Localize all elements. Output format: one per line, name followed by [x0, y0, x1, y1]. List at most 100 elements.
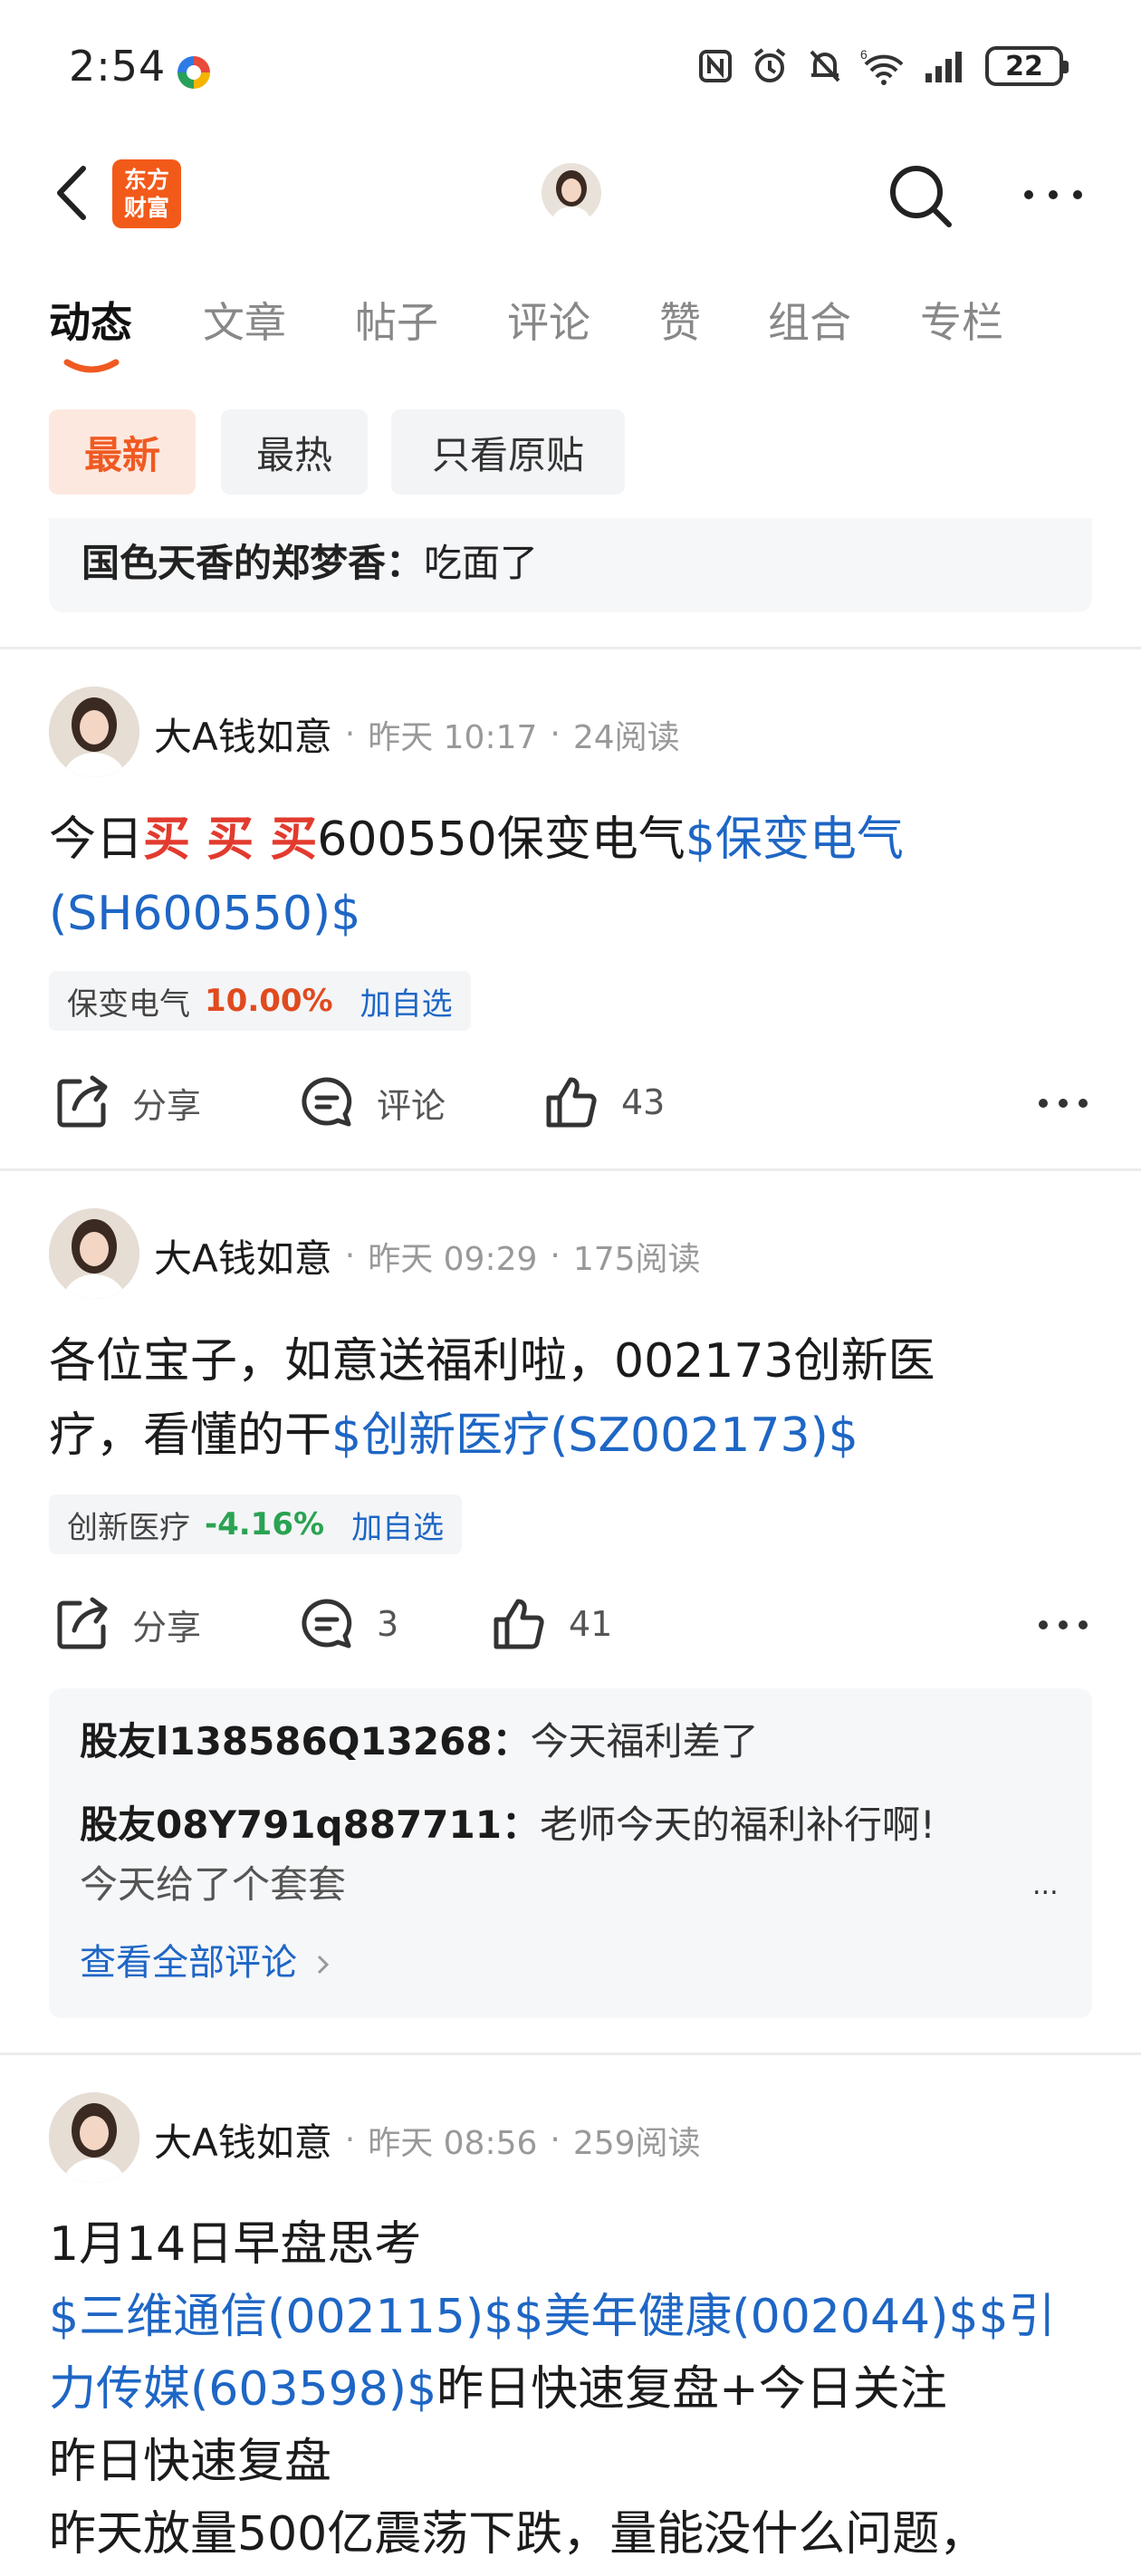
- like-count: 43: [621, 1082, 666, 1122]
- divider: [0, 2052, 1141, 2055]
- tab-portfolio[interactable]: 组合: [768, 290, 851, 350]
- meta-dot: ·: [344, 1237, 356, 1274]
- comment-icon: [302, 1077, 352, 1127]
- comment-item[interactable]: 股友08Y791q887711：老师今天的福利补行啊! 今天给了个套套: [80, 1795, 935, 1915]
- stock-tag[interactable]: 保变电气 10.00% 加自选: [49, 971, 471, 1031]
- post-meta: 大A钱如意 · 昨天 10:17 · 24阅读: [154, 706, 680, 762]
- battery-level: 22: [1005, 50, 1043, 82]
- comment-label: 评论: [377, 1085, 446, 1126]
- comment-author[interactable]: 股友08Y791q887711: [80, 1802, 502, 1847]
- logo-line-1: 东方: [123, 167, 169, 193]
- share-button[interactable]: 分享: [53, 1072, 201, 1132]
- stock-name: 创新医疗: [67, 1509, 190, 1546]
- comment-button[interactable]: 评论: [297, 1072, 446, 1132]
- like-button[interactable]: 41: [489, 1594, 612, 1654]
- post-text: 昨日快速复盘: [49, 2435, 332, 2489]
- share-button[interactable]: 分享: [53, 1594, 201, 1654]
- post-reads: 24阅读: [572, 718, 680, 756]
- svg-text:6: 6: [860, 47, 868, 62]
- post-author[interactable]: 大A钱如意: [154, 706, 332, 762]
- post-time: 昨天 08:56: [368, 2124, 538, 2162]
- comment-text: 今天福利差了: [530, 1719, 759, 1764]
- post-more-icon[interactable]: [1038, 1094, 1088, 1112]
- comment-text-continued: 今天给了个套套: [80, 1862, 347, 1907]
- comment-text: 老师今天的福利补行啊!: [539, 1802, 935, 1847]
- share-icon: [57, 1597, 108, 1649]
- post-meta: 大A钱如意 · 昨天 08:56 · 259阅读: [154, 2112, 701, 2167]
- post-reads: 259阅读: [572, 2124, 701, 2162]
- colon: ：: [386, 541, 425, 585]
- thumbs-up-icon: [546, 1077, 597, 1128]
- post-text: 600550保变电气: [317, 812, 686, 867]
- comment-icon: [302, 1599, 352, 1648]
- stock-link[interactable]: 力传媒(603598)$: [49, 2362, 436, 2417]
- app-notification-icon: [177, 56, 210, 89]
- truncation-ellipsis: ...: [1032, 1870, 1059, 1901]
- stock-change: -4.16%: [205, 1506, 325, 1543]
- post-more-icon[interactable]: [1038, 1616, 1088, 1634]
- tab-comments[interactable]: 评论: [507, 290, 590, 350]
- comment-author[interactable]: 股友l138586Q13268: [80, 1719, 493, 1764]
- share-label: 分享: [132, 1085, 202, 1126]
- chevron-right-icon: [317, 1955, 329, 1975]
- filter-hottest[interactable]: 最热: [221, 409, 368, 495]
- divider: [0, 1168, 1141, 1171]
- stock-links[interactable]: $三维通信(002115)$$美年健康(002044)$$引: [49, 2281, 1099, 2353]
- stock-tag[interactable]: 创新医疗 -4.16% 加自选: [49, 1495, 463, 1554]
- comment-button[interactable]: 3: [297, 1594, 398, 1654]
- add-watchlist-button[interactable]: 加自选: [351, 1503, 444, 1547]
- signal-icon: [925, 52, 962, 82]
- nfc-icon: [699, 50, 732, 82]
- profile-tabs: 动态 文章 帖子 评论 赞 组合 专栏: [0, 290, 1141, 371]
- post-content[interactable]: 1月14日早盘思考 $三维通信(002115)$$美年健康(002044)$$引…: [49, 2208, 1099, 2571]
- meta-dot: ·: [550, 2121, 561, 2158]
- post-text: 各位宝子，如意送福利啦，002173创新医: [49, 1334, 935, 1389]
- stock-link[interactable]: $创新医疗(SZ002173)$: [331, 1408, 858, 1463]
- filter-latest[interactable]: 最新: [49, 409, 196, 495]
- mute-bell-icon: [810, 50, 840, 82]
- comment-author[interactable]: 国色天香的郑梦香: [82, 541, 386, 585]
- post-content[interactable]: 各位宝子，如意送福利啦，002173创新医 疗，看懂的干$创新医疗(SZ0021…: [49, 1324, 1099, 1473]
- back-arrow-icon[interactable]: [47, 161, 101, 225]
- comment-snippet[interactable]: 国色天香的郑梦香：吃面了: [49, 518, 1092, 612]
- post-text: 1月14日早盘思考: [49, 2217, 422, 2272]
- tab-dynamic[interactable]: 动态: [49, 290, 132, 350]
- add-watchlist-button[interactable]: 加自选: [360, 979, 453, 1024]
- comment-item[interactable]: 股友l138586Q13268：今天福利差了: [80, 1712, 759, 1772]
- search-icon[interactable]: [884, 159, 956, 232]
- post-avatar[interactable]: [49, 2092, 139, 2183]
- post-text: 昨日快速复盘+今日关注: [436, 2362, 947, 2417]
- post-avatar[interactable]: [49, 687, 139, 777]
- post-reads: 175阅读: [572, 1240, 701, 1278]
- stock-change: 10.00%: [205, 983, 333, 1019]
- status-time: 2:54: [69, 42, 167, 91]
- colon: ：: [492, 1719, 531, 1764]
- post-time: 昨天 10:17: [368, 718, 538, 756]
- tab-likes[interactable]: 赞: [659, 290, 701, 350]
- post-avatar[interactable]: [49, 1208, 139, 1299]
- meta-dot: ·: [550, 1237, 561, 1274]
- like-button[interactable]: 43: [542, 1072, 665, 1132]
- post-author[interactable]: 大A钱如意: [154, 1228, 332, 1283]
- post-author[interactable]: 大A钱如意: [154, 2112, 332, 2167]
- battery-indicator: 22: [985, 46, 1069, 86]
- header-avatar[interactable]: [542, 163, 601, 223]
- active-tab-indicator: [63, 359, 120, 373]
- share-label: 分享: [132, 1607, 202, 1648]
- more-options-icon[interactable]: [1021, 181, 1085, 208]
- eastmoney-logo: 东方 财富: [112, 159, 181, 228]
- comment-text: 吃面了: [424, 541, 539, 585]
- post-text: 今日: [49, 812, 144, 867]
- view-all-comments-link[interactable]: 查看全部评论: [80, 1933, 332, 1985]
- comment-count: 3: [377, 1604, 399, 1644]
- filter-original-only[interactable]: 只看原贴: [391, 409, 625, 495]
- post-content[interactable]: 今日买 买 买600550保变电气$保变电气(SH600550)$: [49, 803, 1099, 951]
- thumbs-up-icon: [494, 1599, 544, 1649]
- tab-posts[interactable]: 帖子: [355, 290, 438, 350]
- tab-articles[interactable]: 文章: [203, 290, 286, 350]
- tab-column[interactable]: 专栏: [920, 290, 1003, 350]
- post-time: 昨天 09:29: [368, 1240, 538, 1278]
- like-count: 41: [569, 1604, 613, 1644]
- post-meta: 大A钱如意 · 昨天 09:29 · 175阅读: [154, 1228, 701, 1283]
- divider: [0, 647, 1141, 649]
